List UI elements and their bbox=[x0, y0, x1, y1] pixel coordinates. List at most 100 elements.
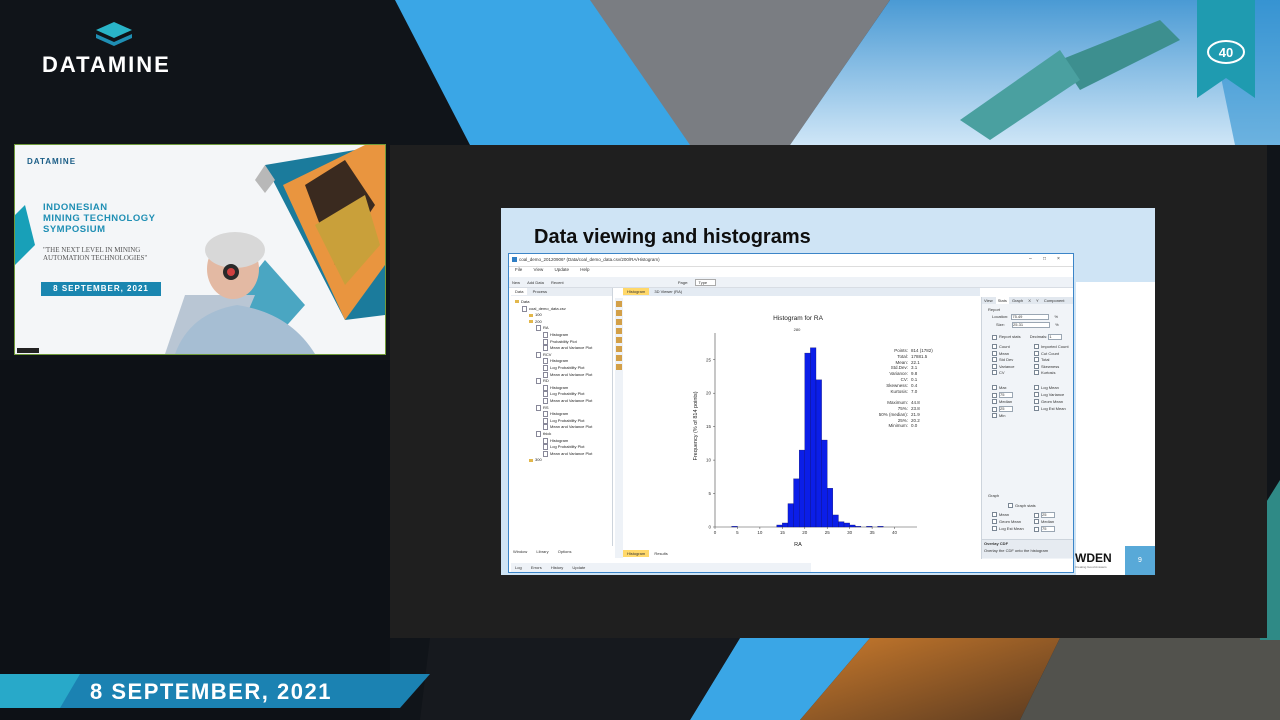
tool-icon[interactable] bbox=[616, 328, 622, 334]
stat-option[interactable]: Median bbox=[992, 399, 1012, 405]
tree-node[interactable]: 300 bbox=[529, 457, 542, 462]
tree-node[interactable]: Histogram bbox=[543, 332, 568, 338]
checkbox[interactable] bbox=[992, 512, 997, 518]
stat-option[interactable]: Kurtosis bbox=[1034, 370, 1055, 376]
stat-option[interactable]: Log Mean bbox=[1034, 385, 1059, 391]
tree-node[interactable]: Histogram bbox=[543, 358, 568, 365]
tree-node[interactable]: Log Probability Plot bbox=[543, 391, 584, 398]
checkbox[interactable] bbox=[1034, 399, 1039, 405]
stat-option[interactable]: Geom Mean bbox=[1034, 399, 1063, 405]
tree-node[interactable]: Histogram bbox=[543, 411, 568, 418]
tab-x[interactable]: X bbox=[1026, 297, 1033, 304]
tree-node[interactable]: Histogram bbox=[543, 384, 568, 391]
checkbox[interactable] bbox=[1034, 357, 1039, 363]
tree-node[interactable]: Data bbox=[515, 299, 529, 304]
stat-option[interactable]: Std Dev bbox=[992, 357, 1013, 363]
stat-option[interactable]: Skewness bbox=[1034, 364, 1059, 369]
stat-option[interactable]: Log Est Mean bbox=[992, 526, 1024, 532]
stat-option[interactable]: Variance bbox=[992, 364, 1015, 369]
tree-node[interactable]: RCV bbox=[536, 351, 551, 358]
checkbox[interactable] bbox=[992, 519, 997, 525]
tab-y[interactable]: Y bbox=[1034, 297, 1041, 304]
tool-icon[interactable] bbox=[616, 301, 622, 307]
stat-option[interactable]: 25 bbox=[1034, 512, 1055, 518]
tab-stats[interactable]: Stats bbox=[995, 297, 1009, 304]
tree-node[interactable]: RD bbox=[536, 378, 549, 385]
menu-update[interactable]: Update bbox=[554, 267, 569, 272]
checkbox[interactable] bbox=[992, 357, 997, 363]
checkbox[interactable] bbox=[1034, 512, 1039, 518]
stat-option[interactable]: Max bbox=[992, 385, 1007, 391]
add-data-button[interactable]: Add Data bbox=[527, 280, 544, 285]
tab-library[interactable]: Library bbox=[534, 548, 550, 555]
tool-icon[interactable] bbox=[616, 310, 622, 316]
stat-option[interactable]: 25 bbox=[992, 406, 1013, 412]
stat-option[interactable]: Count bbox=[992, 344, 1010, 350]
tab-results[interactable]: Results bbox=[650, 550, 671, 557]
stat-option[interactable]: CV bbox=[992, 370, 1005, 376]
checkbox[interactable] bbox=[992, 392, 997, 398]
graph-stats-checkbox[interactable] bbox=[1008, 503, 1013, 509]
tree-node[interactable]: Mean and Variance Plot bbox=[543, 424, 592, 431]
tree-node[interactable]: coal_demo_data.csv bbox=[522, 305, 566, 312]
tab-errors[interactable]: Errors bbox=[531, 565, 542, 570]
stat-option[interactable]: Geom Mean bbox=[992, 519, 1021, 525]
stat-option[interactable]: Min bbox=[992, 413, 1005, 419]
tab-update[interactable]: Update bbox=[572, 565, 585, 570]
location-input[interactable]: 75.49 bbox=[1011, 314, 1050, 320]
menu-file[interactable]: File bbox=[515, 267, 522, 272]
tool-icon[interactable] bbox=[616, 346, 622, 352]
tree-node[interactable]: Mean and Variance Plot bbox=[543, 371, 592, 378]
checkbox[interactable] bbox=[992, 370, 997, 376]
minimize-button[interactable]: – bbox=[1029, 256, 1032, 262]
stat-option[interactable]: Mean bbox=[992, 512, 1009, 518]
checkbox[interactable] bbox=[992, 413, 997, 419]
tree-node[interactable]: 100 bbox=[529, 312, 542, 317]
checkbox[interactable] bbox=[992, 406, 997, 412]
tab-graph[interactable]: Graph bbox=[1010, 297, 1025, 304]
checkbox[interactable] bbox=[1034, 363, 1039, 369]
new-button[interactable]: New bbox=[512, 280, 520, 285]
checkbox[interactable] bbox=[1034, 526, 1039, 532]
tree-node[interactable]: 200 bbox=[529, 319, 542, 324]
maximize-button[interactable]: □ bbox=[1043, 256, 1046, 262]
stat-option[interactable]: Log Est Mean bbox=[1034, 406, 1066, 412]
tab-process[interactable]: Process bbox=[529, 288, 551, 295]
tool-icon[interactable] bbox=[616, 319, 622, 325]
checkbox[interactable] bbox=[1034, 392, 1039, 398]
close-button[interactable]: × bbox=[1057, 256, 1060, 262]
stat-option[interactable]: 75 bbox=[1034, 526, 1055, 532]
checkbox[interactable] bbox=[992, 399, 997, 405]
tab-log[interactable]: Log bbox=[515, 565, 522, 570]
size-input[interactable]: 25.31 bbox=[1012, 322, 1051, 328]
tab-view[interactable]: View bbox=[982, 297, 995, 304]
stat-option[interactable]: 75 bbox=[992, 392, 1013, 398]
tab-data[interactable]: Data bbox=[511, 288, 528, 295]
checkbox[interactable] bbox=[992, 385, 997, 391]
stat-option[interactable]: Total bbox=[1034, 357, 1049, 363]
recent-button[interactable]: Recent bbox=[551, 280, 564, 285]
checkbox[interactable] bbox=[1034, 350, 1039, 356]
decimals-input[interactable]: 1 bbox=[1048, 334, 1063, 340]
checkbox[interactable] bbox=[1034, 406, 1039, 412]
checkbox[interactable] bbox=[992, 344, 997, 350]
checkbox[interactable] bbox=[1034, 385, 1039, 391]
tab-window[interactable]: Window bbox=[511, 548, 529, 555]
tab-histogram-view[interactable]: Histogram bbox=[623, 550, 650, 557]
tree-node[interactable]: RA bbox=[536, 325, 549, 332]
tool-icon[interactable] bbox=[616, 364, 622, 370]
tree-node[interactable]: Log Probability Plot bbox=[543, 444, 584, 451]
checkbox[interactable] bbox=[1034, 370, 1039, 376]
checkbox[interactable] bbox=[992, 350, 997, 356]
menu-view[interactable]: View bbox=[534, 267, 544, 272]
type-select[interactable]: Type bbox=[695, 279, 717, 286]
tab-options[interactable]: Options bbox=[556, 548, 574, 555]
tab-history[interactable]: History bbox=[551, 565, 563, 570]
tree-node[interactable]: Mean and Variance Plot bbox=[543, 345, 592, 352]
checkbox[interactable] bbox=[1034, 344, 1039, 350]
report-stats-checkbox[interactable] bbox=[992, 334, 997, 340]
stat-option[interactable]: Imported Count bbox=[1034, 344, 1069, 350]
checkbox[interactable] bbox=[1034, 519, 1039, 525]
tree-node[interactable]: thick bbox=[536, 431, 551, 437]
tree-node[interactable]: Histogram bbox=[543, 437, 568, 444]
